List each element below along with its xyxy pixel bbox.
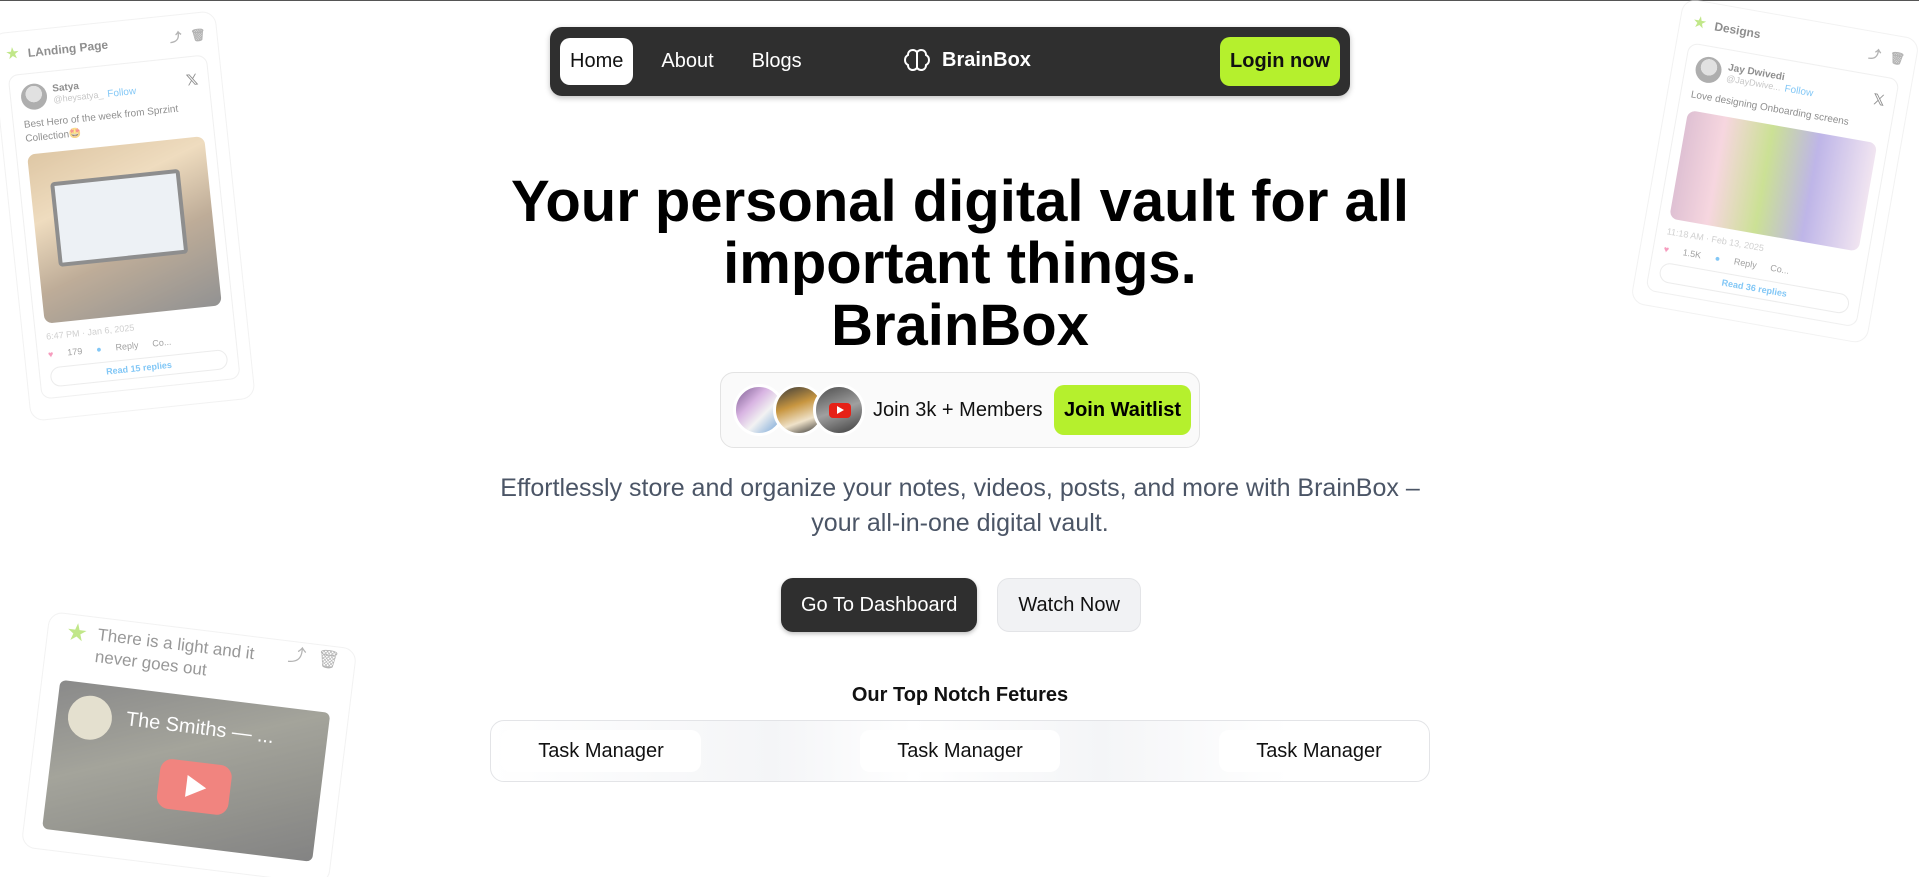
members-count-text: Join 3k + Members [873, 398, 1043, 421]
copy-label: Co... [1769, 262, 1791, 276]
join-waitlist-button[interactable]: Join Waitlist [1053, 385, 1191, 435]
saved-tweet-card-designs: ★ Designs ⤴ 🗑 Jay Dwivedi @JayDwive... Fo… [1629, 0, 1919, 345]
channel-avatar [65, 693, 115, 743]
share-icon[interactable]: ⤴ [1867, 46, 1883, 63]
feature-pill[interactable]: Task Manager [1219, 730, 1419, 772]
saved-video-card: ★ There is a light and it never goes out… [20, 610, 358, 877]
saved-tweet-card-landing: ★ LAnding Page ⤴ 🗑 Satya @heysatya_ Follo… [0, 10, 256, 422]
brand-logo[interactable]: BrainBox [902, 45, 1031, 75]
card-title: Designs [1713, 19, 1762, 42]
login-button[interactable]: Login now [1220, 37, 1340, 86]
brain-icon [903, 48, 931, 72]
trash-icon[interactable]: 🗑 [1888, 50, 1905, 66]
card-title: There is a light and it never goes out [93, 625, 256, 680]
top-navbar: Home About Blogs BrainBox Login now [550, 27, 1350, 96]
share-icon[interactable]: ⤴ [168, 30, 183, 45]
reply-label: Reply [114, 340, 139, 353]
hero-subtitle: Effortlessly store and organize your not… [500, 471, 1420, 541]
video-title: The Smiths — ... [124, 708, 276, 749]
heart-icon: ♥ [47, 349, 54, 360]
star-icon: ★ [1691, 13, 1709, 33]
follow-link[interactable]: Follow [107, 86, 137, 100]
nav-blogs[interactable]: Blogs [742, 38, 812, 85]
feature-pill[interactable]: Task Manager [501, 730, 701, 772]
watch-now-button[interactable]: Watch Now [997, 578, 1141, 632]
tweet-image [1669, 110, 1878, 252]
features-title: Our Top Notch Fetures [851, 684, 1069, 706]
avatar [813, 384, 865, 436]
embedded-tweet: Satya @heysatya_ Follow 𝕏 Best Hero of th… [7, 54, 241, 400]
hero-title-line-2: important things. [723, 231, 1197, 296]
hero-title: Your personal digital vault for all impo… [460, 171, 1460, 357]
tweet-image [27, 136, 222, 324]
hero-title-line-1: Your personal digital vault for all [510, 169, 1410, 234]
heart-icon: ♥ [1662, 243, 1670, 255]
reply-icon: ● [1713, 252, 1722, 264]
hero-subtitle-line-1: Effortlessly store and organize your not… [500, 474, 1420, 502]
reply-icon: ● [95, 343, 103, 355]
embedded-tweet: Jay Dwivedi @JayDwive... Follow 𝕏 Love de… [1645, 42, 1900, 328]
nav-home[interactable]: Home [560, 38, 634, 85]
x-logo-icon: 𝕏 [1871, 91, 1887, 110]
like-count: 1.5K [1681, 247, 1702, 261]
like-count: 179 [66, 346, 83, 358]
card-title: LAnding Page [27, 37, 109, 61]
features-carousel: Task Manager Task Manager Task Manager [490, 720, 1430, 782]
youtube-icon [829, 403, 851, 418]
hero-subtitle-line-2: your all-in-one digital vault. [811, 509, 1109, 537]
cta-buttons: Go To Dashboard Watch Now [781, 578, 1141, 632]
feature-pill[interactable]: Task Manager [860, 730, 1060, 772]
star-icon: ★ [64, 618, 90, 648]
share-icon[interactable]: ⤴ [286, 644, 308, 666]
star-icon: ★ [4, 44, 21, 64]
reply-label: Reply [1733, 256, 1758, 271]
go-to-dashboard-button[interactable]: Go To Dashboard [781, 578, 978, 632]
members-waitlist-bar: Join 3k + Members Join Waitlist [720, 372, 1200, 448]
trash-icon[interactable]: 🗑 [190, 27, 207, 43]
youtube-play-icon[interactable] [155, 757, 234, 817]
avatar [19, 82, 49, 111]
brand-name: BrainBox [942, 48, 1031, 71]
trash-icon[interactable]: 🗑 [316, 648, 341, 671]
nav-about[interactable]: About [651, 38, 723, 85]
copy-label: Co... [151, 336, 172, 349]
youtube-embed[interactable]: The Smiths — ... [42, 679, 331, 862]
avatar [1693, 54, 1724, 85]
x-logo-icon: 𝕏 [185, 71, 200, 90]
hero-title-line-3: BrainBox [831, 293, 1089, 358]
member-avatars [729, 382, 865, 438]
